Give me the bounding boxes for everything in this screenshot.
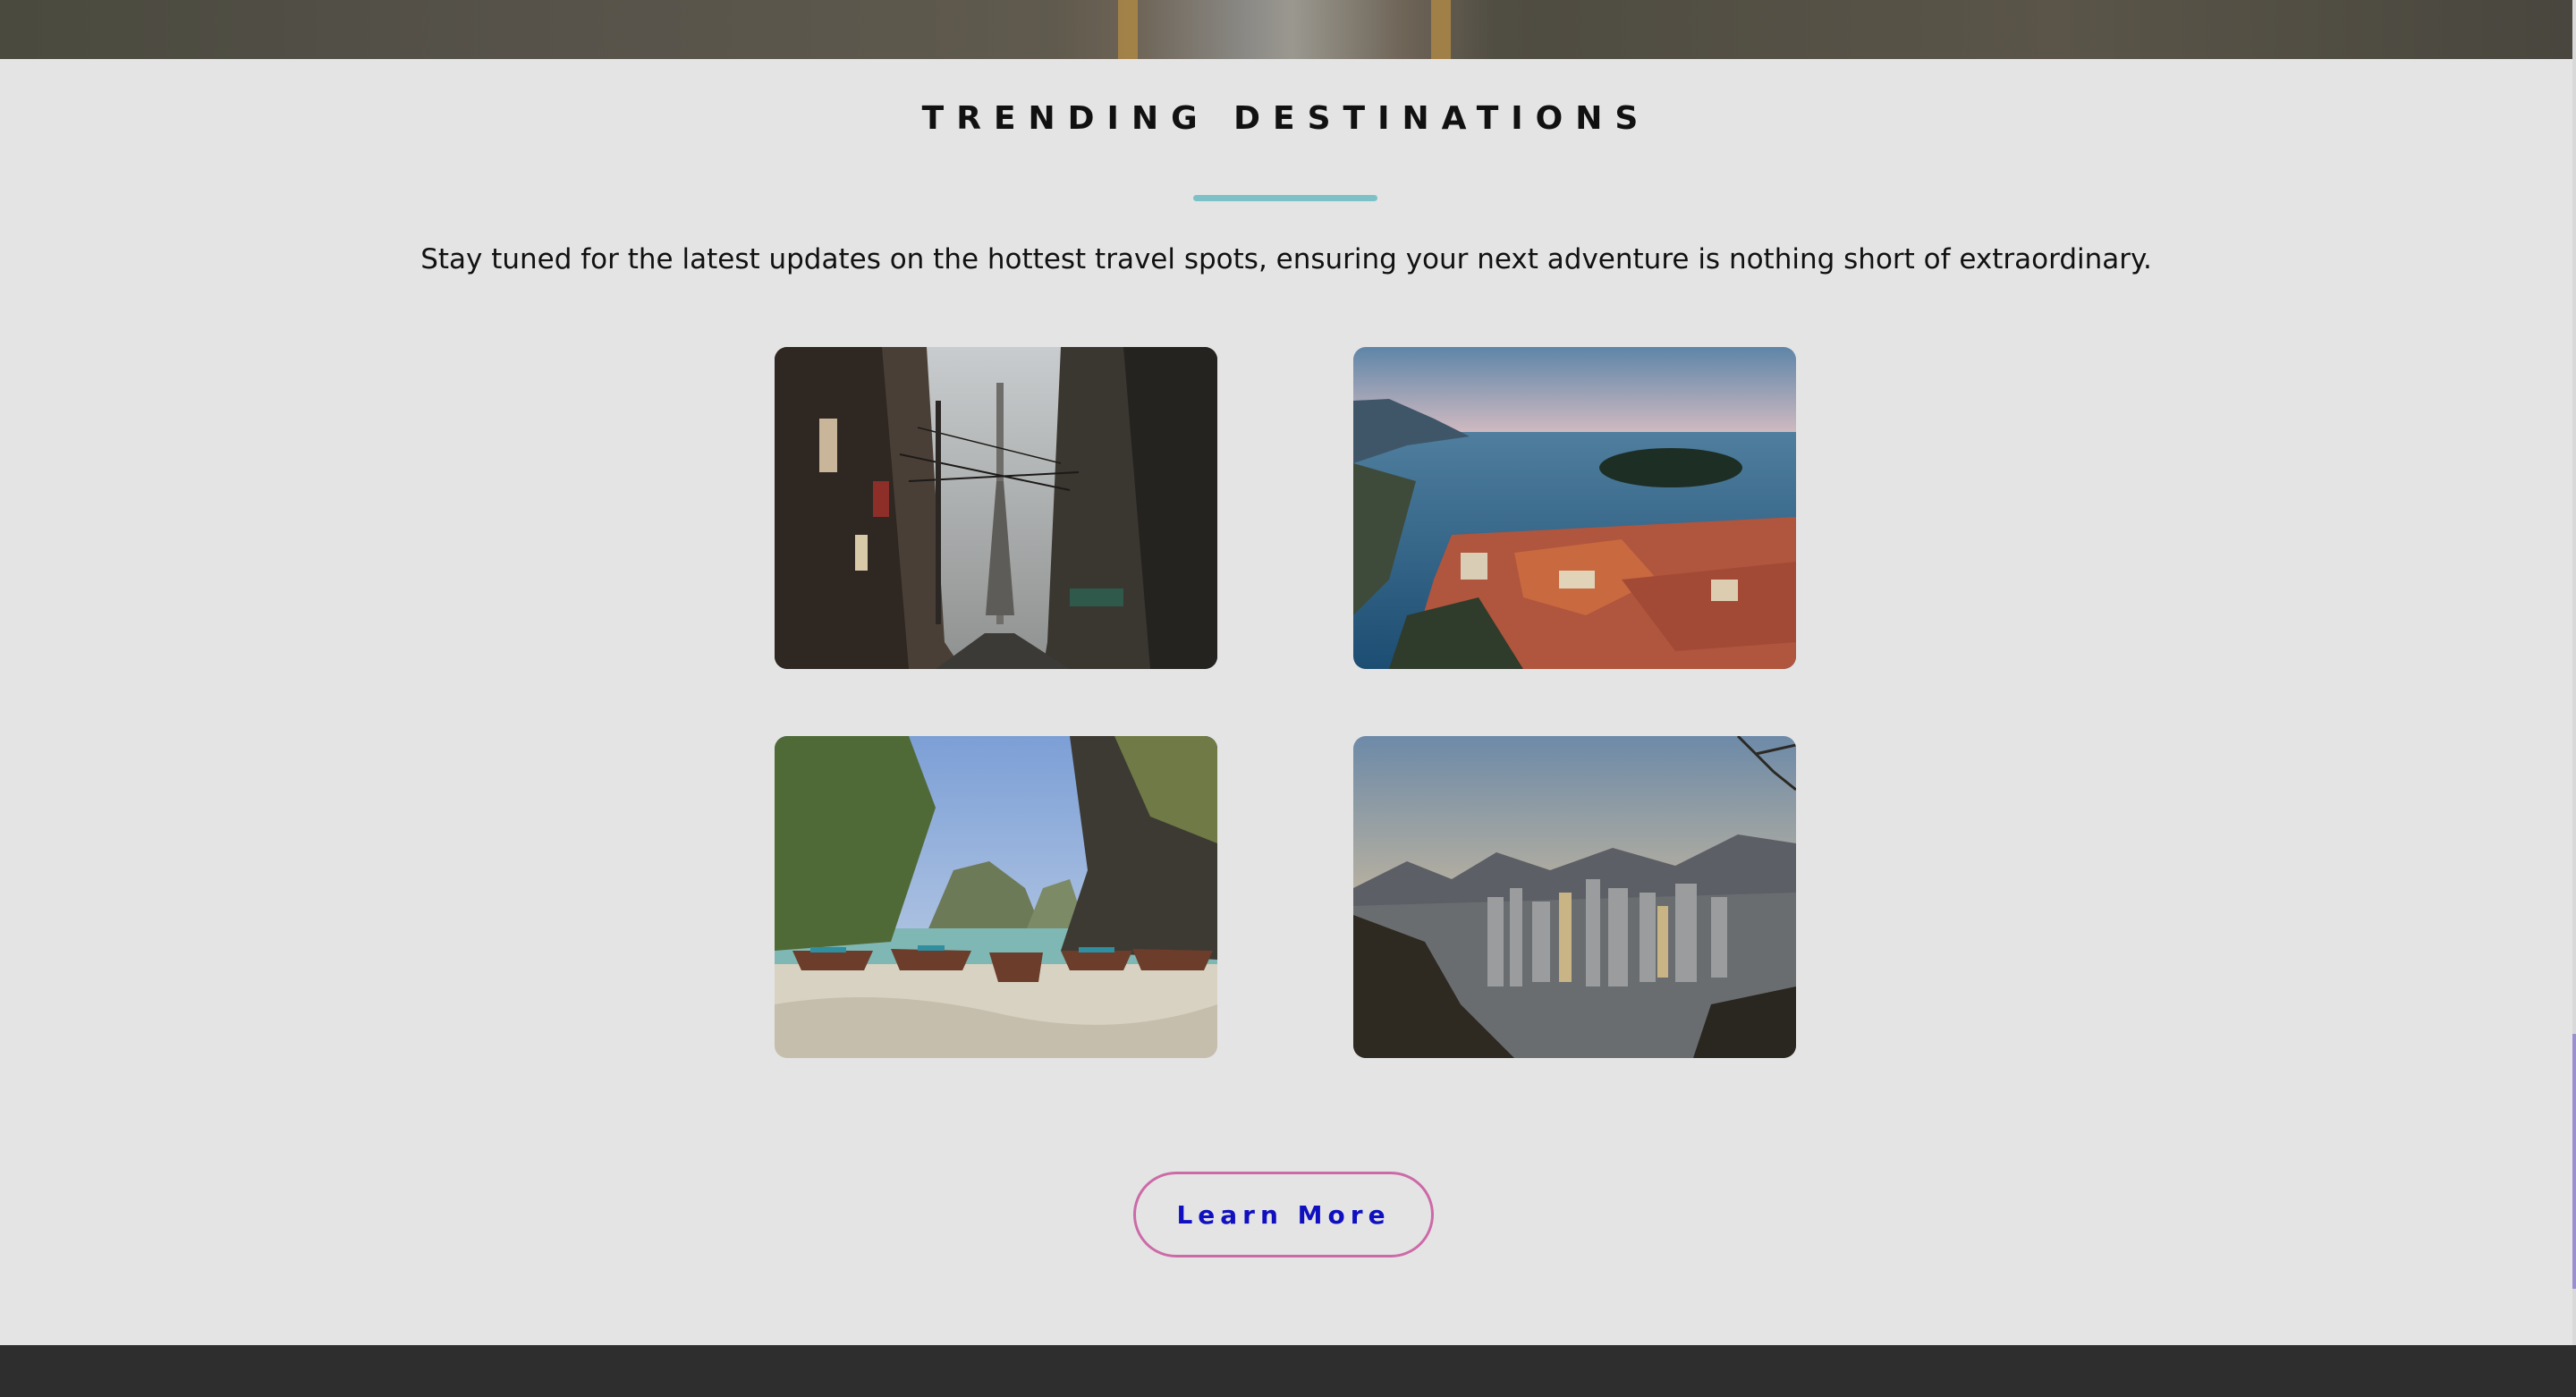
hiker-figure bbox=[1046, 0, 1494, 59]
coastal-town-photo bbox=[1353, 347, 1796, 669]
section-subtitle: Stay tuned for the latest updates on the… bbox=[420, 243, 2152, 275]
vertical-scrollbar[interactable] bbox=[2572, 0, 2576, 1345]
city-skyline-photo bbox=[1353, 736, 1796, 1058]
section-title: TRENDING DESTINATIONS bbox=[921, 100, 1651, 137]
destination-image-coastal-town[interactable] bbox=[1353, 347, 1796, 669]
tropical-beach-photo bbox=[775, 736, 1217, 1058]
destination-image-city-skyline[interactable] bbox=[1353, 736, 1796, 1058]
city-street-photo bbox=[775, 347, 1217, 669]
destination-image-city-street[interactable] bbox=[775, 347, 1217, 669]
backpack-strap bbox=[1431, 0, 1451, 59]
destination-image-tropical-beach[interactable] bbox=[775, 736, 1217, 1058]
learn-more-button[interactable]: Learn More bbox=[1133, 1172, 1434, 1257]
page-footer bbox=[0, 1345, 2576, 1397]
trending-destinations-section: TRENDING DESTINATIONS Stay tuned for the… bbox=[0, 59, 2572, 1345]
backpack-strap bbox=[1118, 0, 1138, 59]
title-divider bbox=[1193, 195, 1377, 201]
scrollbar-thumb[interactable] bbox=[2572, 1034, 2576, 1289]
hero-image-bottom bbox=[0, 0, 2572, 59]
